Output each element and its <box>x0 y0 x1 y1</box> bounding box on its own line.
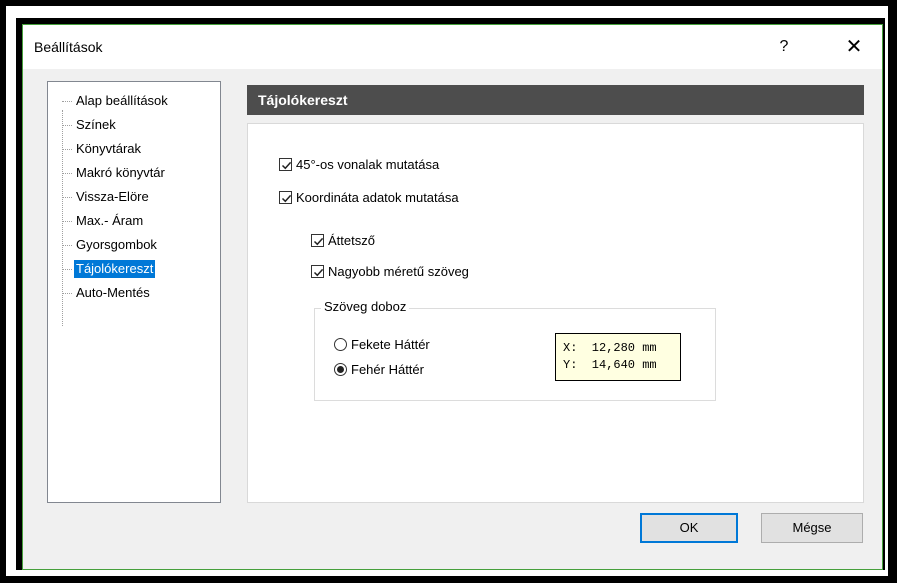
tree-connector <box>62 173 72 174</box>
window-title: Beállítások <box>34 39 103 55</box>
tree-item-label: Auto-Mentés <box>76 285 150 300</box>
checkbox-box[interactable] <box>279 191 292 204</box>
settings-dialog: Beállítások ? ✕ Alap beállítások Színek … <box>22 24 883 570</box>
checkbox-label: Nagyobb méretű szöveg <box>328 264 469 279</box>
groupbox-title: Szöveg doboz <box>321 299 410 314</box>
tree-item-label: Vissza-Elöre <box>76 189 149 204</box>
tree-item-label: Max.- Áram <box>76 213 144 228</box>
radio-button[interactable] <box>334 338 347 351</box>
tree-item-label: Gyorsgombok <box>76 237 157 252</box>
cancel-button[interactable]: Mégse <box>761 513 863 543</box>
tree-connector <box>62 125 72 126</box>
checkbox-label: 45°-os vonalak mutatása <box>296 157 440 172</box>
check-icon <box>313 268 324 277</box>
checkbox-label: Koordináta adatok mutatása <box>296 190 459 205</box>
tree-item-label: Makró könyvtár <box>76 165 165 180</box>
coordinate-preview: X: 12,280 mm Y: 14,640 mm <box>555 333 681 381</box>
help-button[interactable]: ? <box>772 33 796 61</box>
tree-item-label: Színek <box>76 117 116 132</box>
title-bar: Beállítások ? ✕ <box>23 25 882 69</box>
tree-connector <box>62 101 72 102</box>
tree-connector <box>62 197 72 198</box>
tree-connector <box>62 149 72 150</box>
tree-connector <box>62 293 72 294</box>
tree-connector <box>62 269 72 270</box>
panel-header: Tájolókereszt <box>247 85 864 115</box>
coordinate-y: Y: 14,640 mm <box>563 358 657 372</box>
check-icon <box>313 237 324 246</box>
tree-connector <box>62 221 72 222</box>
tree-item-label: Alap beállítások <box>76 93 168 108</box>
settings-panel: 45°-os vonalak mutatása Koordináta adato… <box>247 123 864 503</box>
text-box-group: Szöveg doboz Fekete Háttér Fehér Háttér … <box>314 299 716 401</box>
tree-item-label: Könyvtárak <box>76 141 142 156</box>
tree-item-label-selected: Tájolókereszt <box>74 260 156 278</box>
settings-tree[interactable]: Alap beállítások Színek Könyvtárak Makró… <box>47 81 221 503</box>
tree-connector <box>62 245 72 246</box>
radio-label: Fehér Háttér <box>351 362 424 377</box>
ok-button[interactable]: OK <box>640 513 738 543</box>
check-icon <box>281 161 292 170</box>
radio-button-selected[interactable] <box>334 363 347 376</box>
radio-label: Fekete Háttér <box>351 337 430 352</box>
close-button[interactable]: ✕ <box>840 33 868 61</box>
checkbox-label: Áttetsző <box>328 233 375 248</box>
check-icon <box>281 194 292 203</box>
radio-dot <box>337 366 344 373</box>
checkbox-box[interactable] <box>279 158 292 171</box>
checkbox-box[interactable] <box>311 234 324 247</box>
coordinate-x: X: 12,280 mm <box>563 341 657 355</box>
checkbox-box[interactable] <box>311 265 324 278</box>
